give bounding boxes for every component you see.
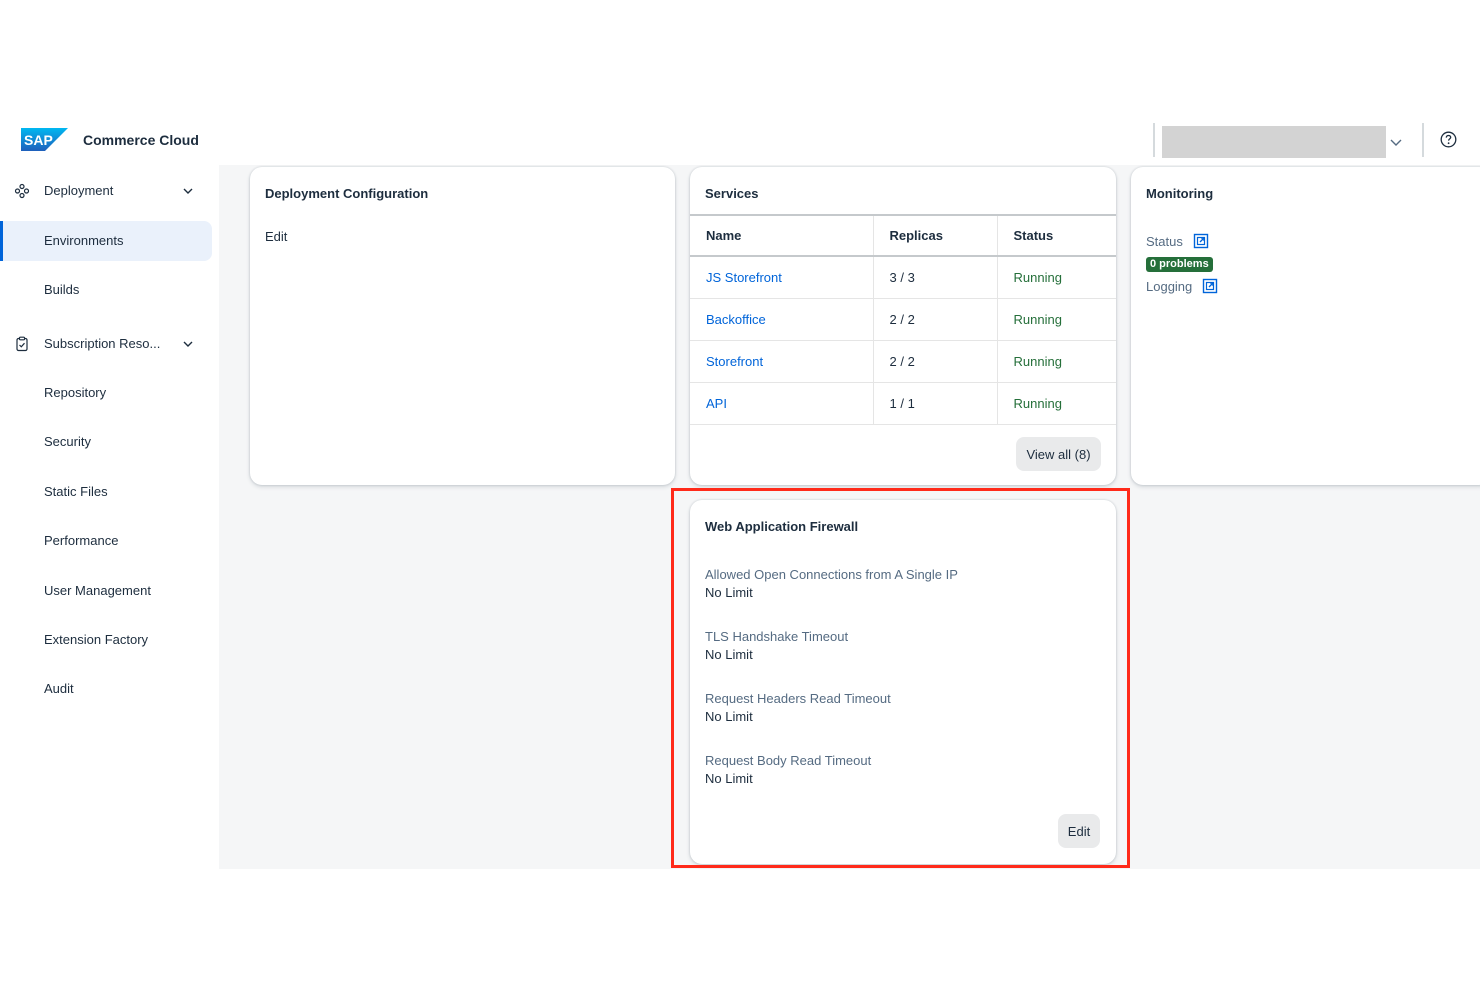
- deployment-configuration-card: Deployment Configuration Edit: [250, 167, 675, 485]
- waf-field-label: Allowed Open Connections from A Single I…: [705, 567, 958, 582]
- chevron-down-icon[interactable]: [182, 339, 194, 349]
- main-content: Deployment Configuration Edit Services N…: [219, 165, 1480, 869]
- problems-badge: 0 problems: [1146, 257, 1213, 272]
- logging-link[interactable]: Logging: [1146, 278, 1218, 294]
- services-card: Services Name Replicas Status JS Storefr…: [690, 167, 1116, 485]
- app-shell: SAP Commerce Cloud Deployment Environmen…: [0, 113, 1480, 869]
- table-header-row: Name Replicas Status: [690, 214, 1116, 257]
- service-name-link[interactable]: Storefront: [690, 340, 873, 383]
- replicas-cell: 1 / 1: [872, 382, 997, 425]
- sidebar-item-repository[interactable]: Repository: [0, 373, 212, 413]
- deployment-icon: [14, 183, 30, 199]
- card-title: Monitoring: [1146, 186, 1214, 201]
- replicas-cell: 2 / 2: [872, 298, 997, 341]
- sidebar-item-label: Builds: [44, 282, 80, 297]
- view-all-button[interactable]: View all (8): [1016, 437, 1101, 471]
- waf-field-value: No Limit: [705, 585, 753, 600]
- sidebar-item-static-files[interactable]: Static Files: [0, 472, 212, 512]
- side-navigation: Deployment Environments Builds Subscript…: [0, 165, 219, 869]
- services-table: Name Replicas Status JS Storefront 3 / 3…: [690, 214, 1116, 425]
- service-name-link[interactable]: API: [690, 382, 873, 425]
- product-name: Commerce Cloud: [83, 132, 199, 148]
- sidebar-item-label: Extension Factory: [44, 632, 149, 647]
- card-title: Deployment Configuration: [265, 186, 429, 201]
- monitoring-card: Monitoring Status 0 problems Logging: [1131, 167, 1480, 485]
- table-row: Storefront 2 / 2 Running: [690, 340, 1116, 383]
- sidebar-item-extension-factory[interactable]: Extension Factory: [0, 620, 212, 660]
- sidebar-item-label: Performance: [44, 533, 119, 548]
- header-divider: [1153, 123, 1155, 157]
- sidebar-item-label: Security: [44, 434, 91, 449]
- sidebar-item-label: Environments: [44, 233, 124, 248]
- question-circle-icon[interactable]: [1440, 131, 1457, 148]
- service-name-link[interactable]: JS Storefront: [690, 256, 873, 299]
- sidebar-item-performance[interactable]: Performance: [0, 521, 212, 561]
- shell-header: SAP Commerce Cloud: [0, 113, 1480, 165]
- status-cell: Running: [996, 298, 1116, 341]
- status-cell: Running: [996, 382, 1116, 425]
- sidebar-item-subscription-resources[interactable]: Subscription Reso...: [0, 324, 212, 364]
- logging-label: Logging: [1146, 278, 1193, 294]
- card-title: Services: [705, 186, 759, 201]
- sidebar-item-environments[interactable]: Environments: [0, 221, 212, 261]
- sidebar-item-user-management[interactable]: User Management: [0, 571, 212, 611]
- waf-field-label: TLS Handshake Timeout: [705, 629, 849, 644]
- table-row: Backoffice 2 / 2 Running: [690, 298, 1116, 341]
- sidebar-item-label: Static Files: [44, 484, 108, 499]
- svg-text:SAP: SAP: [24, 132, 53, 148]
- replicas-cell: 2 / 2: [872, 340, 997, 383]
- web-application-firewall-card: Web Application Firewall Allowed Open Co…: [690, 500, 1116, 864]
- card-title: Web Application Firewall: [705, 519, 859, 534]
- waf-field-value: No Limit: [705, 647, 753, 662]
- table-row: JS Storefront 3 / 3 Running: [690, 256, 1116, 299]
- sidebar-item-label: Subscription Reso...: [44, 336, 161, 351]
- status-link[interactable]: Status: [1146, 233, 1209, 249]
- column-header-replicas[interactable]: Replicas: [872, 214, 997, 257]
- chevron-down-icon[interactable]: [182, 186, 194, 196]
- sidebar-item-label: Repository: [44, 385, 107, 400]
- waf-field-label: Request Headers Read Timeout: [705, 691, 891, 706]
- header-divider: [1422, 123, 1424, 157]
- sidebar-item-builds[interactable]: Builds: [0, 270, 212, 310]
- sidebar-item-audit[interactable]: Audit: [0, 669, 212, 709]
- sidebar-item-security[interactable]: Security: [0, 422, 212, 462]
- waf-field-label: Request Body Read Timeout: [705, 753, 872, 768]
- external-link-icon[interactable]: [1193, 233, 1209, 249]
- edit-button[interactable]: Edit: [1058, 814, 1100, 848]
- replicas-cell: 3 / 3: [872, 256, 997, 299]
- column-header-status[interactable]: Status: [996, 214, 1116, 257]
- waf-field-value: No Limit: [705, 771, 753, 786]
- status-cell: Running: [996, 256, 1116, 299]
- sidebar-item-label: Audit: [44, 681, 74, 696]
- waf-field-value: No Limit: [705, 709, 753, 724]
- account-select[interactable]: [1162, 126, 1386, 158]
- sap-logo[interactable]: SAP: [21, 128, 68, 151]
- edit-link[interactable]: Edit: [265, 229, 287, 244]
- table-row: API 1 / 1 Running: [690, 382, 1116, 425]
- chevron-down-icon[interactable]: [1389, 137, 1403, 147]
- status-label: Status: [1146, 233, 1183, 249]
- sidebar-item-deployment[interactable]: Deployment: [0, 171, 212, 211]
- external-link-icon[interactable]: [1202, 278, 1218, 294]
- service-name-link[interactable]: Backoffice: [690, 298, 873, 341]
- clipboard-check-icon: [16, 336, 28, 352]
- sidebar-item-label: User Management: [44, 583, 151, 598]
- sidebar-item-label: Deployment: [44, 183, 114, 198]
- column-header-name[interactable]: Name: [690, 214, 873, 257]
- status-cell: Running: [996, 340, 1116, 383]
